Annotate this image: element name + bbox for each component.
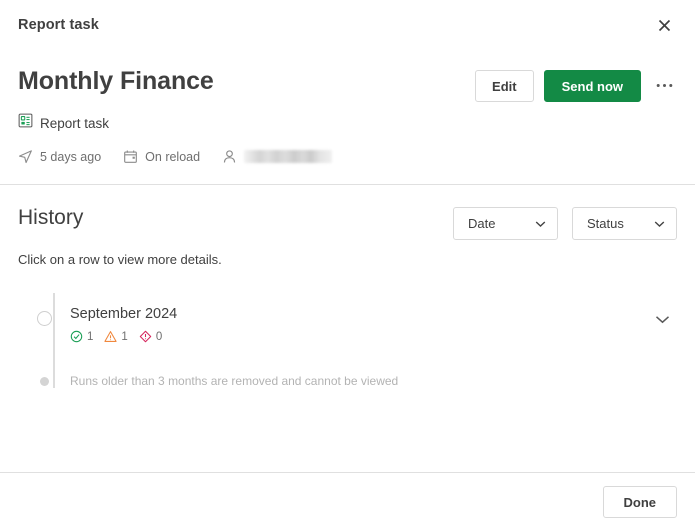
timeline-end-dot-icon bbox=[39, 377, 49, 386]
history-row-expand-button[interactable] bbox=[647, 293, 677, 329]
done-button[interactable]: Done bbox=[602, 486, 677, 518]
filter-status[interactable]: Status bbox=[572, 207, 677, 240]
retention-note-row: Runs older than 3 months are removed and… bbox=[18, 371, 677, 388]
send-icon bbox=[18, 149, 33, 164]
chevron-down-icon bbox=[654, 220, 665, 228]
count-error-value: 0 bbox=[155, 330, 163, 343]
history-header-left: History bbox=[18, 205, 83, 231]
send-now-button[interactable]: Send now bbox=[543, 70, 641, 102]
history-timeline: September 2024 1 1 0 Runs older than 3 m… bbox=[18, 293, 677, 388]
warning-triangle-icon bbox=[104, 330, 118, 343]
filter-date[interactable]: Date bbox=[453, 207, 558, 240]
timeline-marker-icon bbox=[36, 311, 52, 326]
count-warning: 1 bbox=[104, 330, 128, 343]
count-warning-value: 1 bbox=[121, 330, 128, 343]
timeline-marker-column bbox=[18, 371, 70, 386]
more-options-button[interactable] bbox=[651, 73, 677, 99]
calendar-icon bbox=[123, 149, 138, 164]
panel-title: Report task bbox=[18, 17, 99, 33]
timeline-marker-column bbox=[18, 293, 70, 326]
meta-schedule: On reload bbox=[123, 149, 200, 164]
count-error: 0 bbox=[139, 330, 162, 343]
error-diamond-icon bbox=[139, 330, 152, 343]
meta-owner bbox=[222, 149, 333, 164]
person-icon bbox=[222, 149, 237, 164]
meta-last-run-label: 5 days ago bbox=[40, 149, 102, 164]
task-meta-row: 5 days ago On reload bbox=[18, 149, 677, 164]
meta-owner-redacted bbox=[244, 150, 333, 163]
header-actions: Edit Send now bbox=[475, 66, 677, 102]
filter-status-label: Status bbox=[587, 216, 624, 231]
filter-date-label: Date bbox=[468, 216, 496, 231]
history-row-body: September 2024 1 1 0 bbox=[70, 293, 647, 343]
count-success-value: 1 bbox=[87, 330, 94, 343]
history-hint: Click on a row to view more details. bbox=[18, 252, 222, 267]
task-type-label: Report task bbox=[40, 115, 110, 131]
task-header: Monthly Finance Edit Send now Report tas… bbox=[0, 50, 695, 184]
ellipsis-icon bbox=[656, 79, 673, 88]
close-button[interactable] bbox=[651, 12, 677, 38]
history-row[interactable]: September 2024 1 1 0 bbox=[18, 293, 677, 349]
check-circle-icon bbox=[70, 330, 83, 343]
panel-topbar: Report task bbox=[0, 0, 695, 50]
chevron-down-icon bbox=[655, 311, 670, 329]
history-filters: Date Status bbox=[453, 205, 677, 240]
panel-footer: Done bbox=[0, 472, 695, 531]
chevron-down-icon bbox=[535, 220, 546, 228]
page-title: Monthly Finance bbox=[18, 67, 214, 95]
edit-button[interactable]: Edit bbox=[475, 70, 534, 102]
history-row-period: September 2024 bbox=[70, 306, 178, 322]
meta-schedule-label: On reload bbox=[145, 149, 201, 164]
count-success: 1 bbox=[70, 330, 93, 343]
meta-last-run: 5 days ago bbox=[18, 149, 101, 164]
task-header-row: Monthly Finance Edit Send now bbox=[18, 66, 677, 102]
history-section: History Date Status Click on a row to vi… bbox=[0, 185, 695, 388]
history-title: History bbox=[18, 206, 84, 229]
report-task-icon bbox=[18, 113, 33, 133]
task-type-row: Report task bbox=[18, 113, 677, 133]
history-header: History Date Status bbox=[18, 205, 677, 240]
history-row-counts: 1 1 0 bbox=[70, 330, 637, 343]
retention-note-label: Runs older than 3 months are removed and… bbox=[70, 374, 399, 388]
close-icon bbox=[657, 18, 672, 33]
